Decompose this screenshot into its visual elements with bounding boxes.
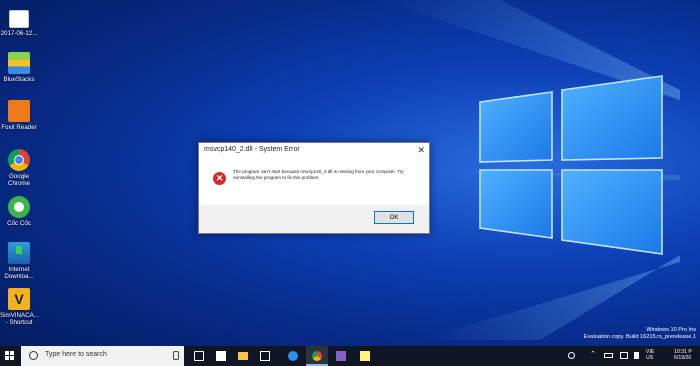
- bluestacks-icon: [8, 52, 30, 74]
- taskbar-chrome[interactable]: [306, 346, 328, 366]
- desktop-icon-coccoc[interactable]: Cốc Cốc: [0, 196, 38, 227]
- coccoc-icon: [8, 196, 30, 218]
- taskbar-edge[interactable]: [282, 346, 304, 366]
- language-indicator[interactable]: VIE US: [646, 349, 654, 361]
- dialog-title: msvcp140_2.dll - System Error: [204, 146, 300, 153]
- taskbar-task-view[interactable]: [188, 346, 210, 366]
- desktop-icon-label: Cốc Cốc: [7, 220, 31, 227]
- desktop-icon-label: 2017-06-12...: [0, 30, 38, 37]
- windows-evaluation-watermark: Windows 10 Pro Ins Evaluation copy. Buil…: [584, 327, 696, 341]
- watermark-line-2: Evaluation copy. Build 16215.rs_prerelea…: [583, 334, 696, 340]
- search-placeholder: Type here to search: [45, 351, 107, 358]
- taskbar-search-box[interactable]: Type here to search: [21, 346, 184, 366]
- battery-icon[interactable]: [604, 353, 613, 358]
- taskbar-file-explorer[interactable]: [232, 346, 254, 366]
- foxit-reader-icon: [8, 100, 30, 122]
- document-icon: [9, 10, 29, 28]
- internet-download-manager-icon: [8, 242, 30, 264]
- taskbar-photos[interactable]: [254, 346, 276, 366]
- windows-start-icon-pane: [10, 356, 14, 360]
- clock[interactable]: 10:31 P 6/19/20: [674, 349, 692, 361]
- task-view-icon: [194, 351, 204, 361]
- chrome-icon: [312, 351, 322, 361]
- close-icon[interactable]: ✕: [417, 145, 425, 155]
- taskbar: Type here to search ⌃ VIE US 10:31 P 6/1…: [0, 346, 700, 366]
- system-error-dialog: msvcp140_2.dll - System Error ✕ ✕ The pr…: [198, 142, 430, 234]
- desktop-icon-simvinacad[interactable]: V SimVINACA... - Shortcut: [0, 288, 39, 326]
- taskbar-store[interactable]: [210, 346, 232, 366]
- windows-logo-wallpaper: [479, 75, 663, 255]
- sticky-notes-icon: [360, 351, 370, 361]
- dialog-footer: OK: [199, 205, 429, 233]
- desktop-icon-internet-download-manager[interactable]: Internet Downloa...: [0, 242, 38, 280]
- desktop-icon-label: SimVINACA... - Shortcut: [0, 312, 39, 326]
- desktop-icon-foxit-reader[interactable]: Foxit Reader: [0, 100, 38, 131]
- desktop: 2017-06-12... BlueStacks Foxit Reader Go…: [0, 0, 700, 366]
- taskbar-sticky-notes[interactable]: [354, 346, 376, 366]
- show-hidden-icons-chevron-up-icon[interactable]: ⌃: [590, 350, 596, 358]
- chrome-icon: [8, 149, 30, 171]
- store-icon: [216, 351, 226, 361]
- windows-start-icon: [5, 351, 9, 355]
- language-line-2: US: [646, 355, 654, 361]
- ok-button[interactable]: OK: [374, 211, 414, 224]
- microphone-icon[interactable]: [173, 351, 179, 360]
- windows-start-icon-pane: [5, 356, 9, 360]
- file-explorer-icon: [238, 352, 248, 360]
- desktop-icon-label: Foxit Reader: [1, 124, 37, 131]
- desktop-icon-chrome[interactable]: Google Chrome: [0, 149, 38, 187]
- simvinacad-icon: V: [8, 288, 30, 310]
- system-tray: ⌃ VIE US 10:31 P 6/19/20: [560, 346, 700, 366]
- watermark-line-1: Windows 10 Pro Ins: [646, 327, 696, 333]
- desktop-icon-label: BlueStacks: [3, 76, 35, 83]
- volume-icon[interactable]: [634, 352, 639, 359]
- start-button[interactable]: [0, 346, 20, 366]
- desktop-icon-document[interactable]: 2017-06-12...: [0, 10, 38, 37]
- edge-icon: [288, 351, 298, 361]
- dialog-titlebar[interactable]: msvcp140_2.dll - System Error ✕: [199, 143, 429, 159]
- network-icon[interactable]: [620, 352, 628, 359]
- cortana-icon: [29, 351, 38, 360]
- people-icon[interactable]: [568, 352, 575, 359]
- error-icon: ✕: [213, 172, 226, 185]
- visual-studio-icon: [336, 351, 346, 361]
- windows-start-icon-pane: [10, 351, 14, 355]
- dialog-body: ✕ The program can’t start because msvcp1…: [199, 159, 429, 205]
- desktop-icon-label: Internet Downloa...: [4, 266, 34, 280]
- photos-icon: [260, 351, 270, 361]
- desktop-icon-bluestacks[interactable]: BlueStacks: [0, 52, 38, 83]
- taskbar-visual-studio[interactable]: [330, 346, 352, 366]
- desktop-icon-label: Google Chrome: [7, 173, 30, 187]
- dialog-message: The program can’t start because msvcp140…: [233, 169, 404, 180]
- clock-date: 6/19/20: [674, 355, 692, 361]
